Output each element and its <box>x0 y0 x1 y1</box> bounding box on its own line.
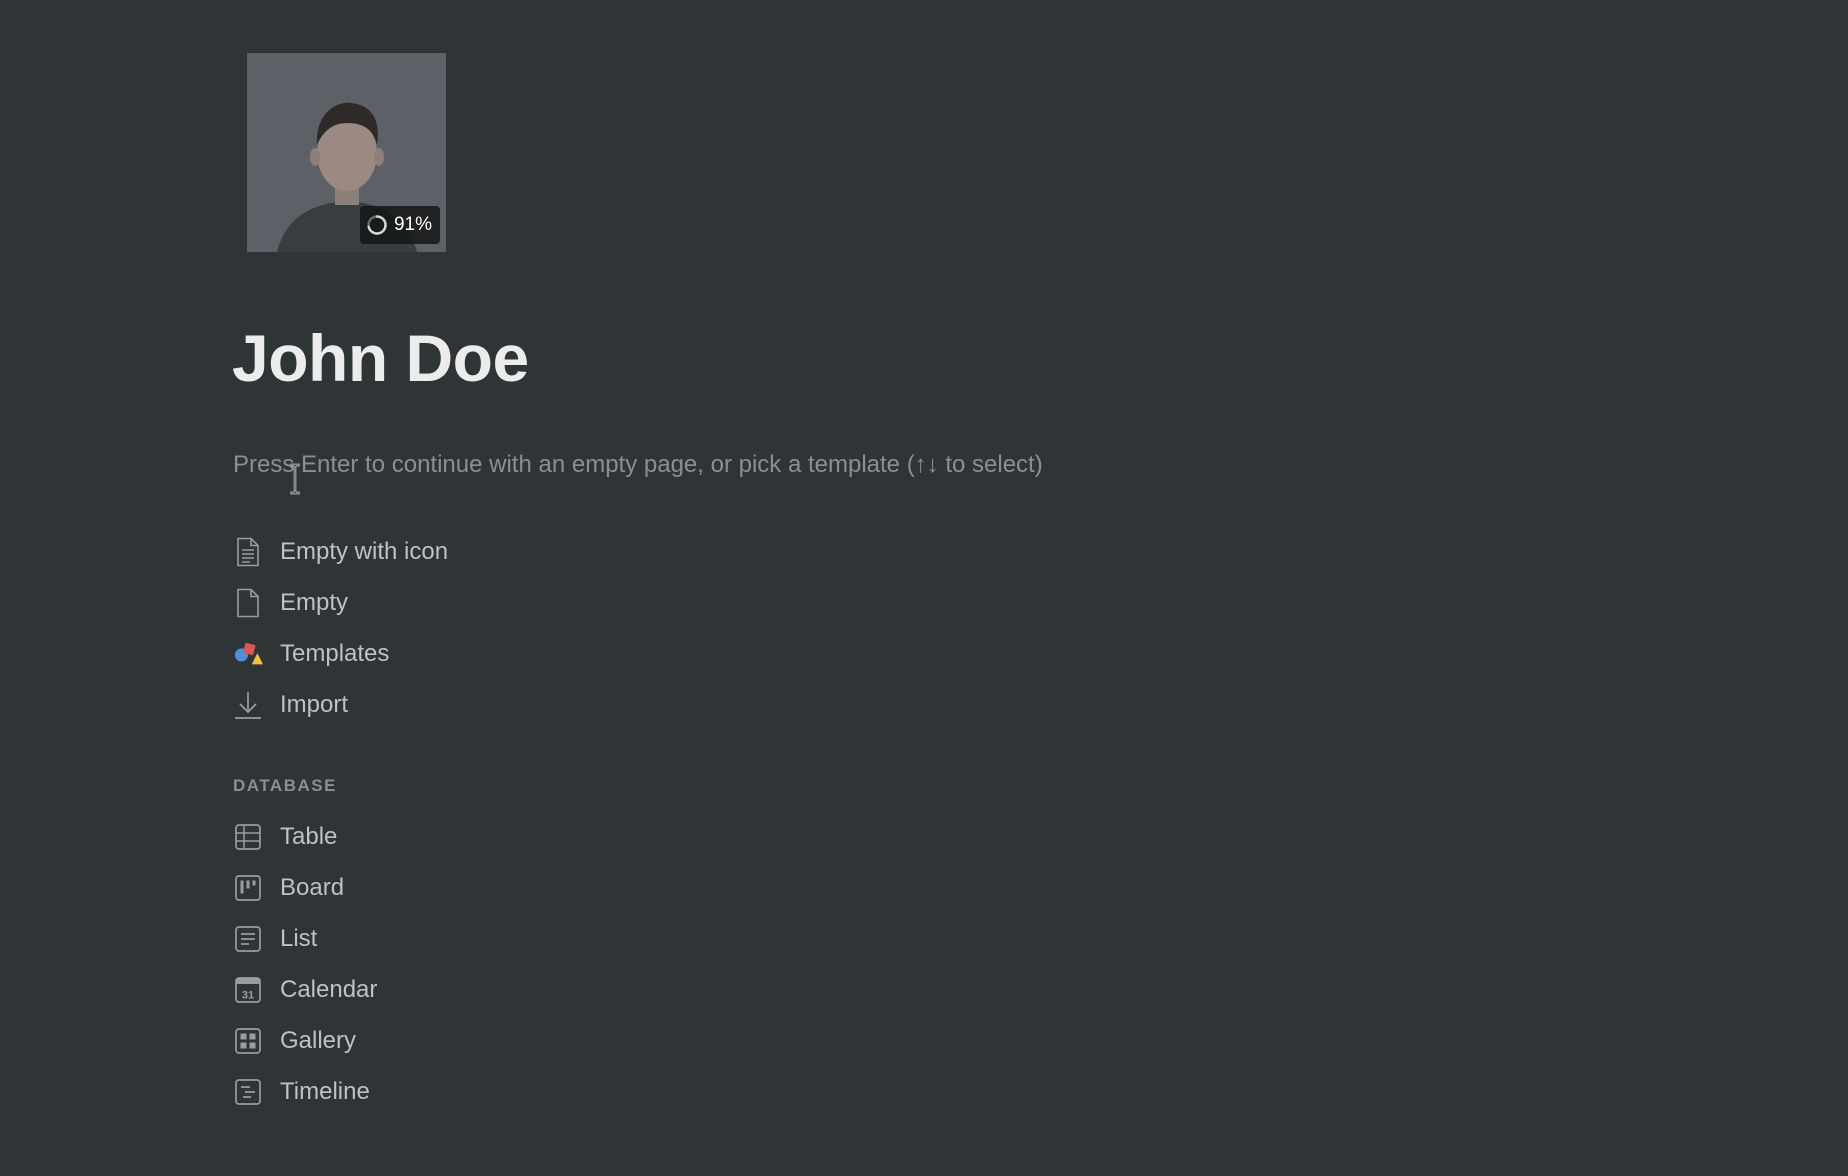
option-empty[interactable]: Empty <box>233 577 753 628</box>
timeline-icon <box>233 1077 263 1107</box>
option-table[interactable]: Table <box>233 811 753 862</box>
document-lines-icon <box>233 537 263 567</box>
option-board[interactable]: Board <box>233 862 753 913</box>
database-section-label: DATABASE <box>233 776 337 795</box>
upload-progress-badge: 91% <box>359 206 440 244</box>
page-icon-image[interactable]: 91% <box>247 53 446 252</box>
list-icon <box>233 924 263 954</box>
page-title[interactable]: John Doe <box>232 320 529 396</box>
board-icon <box>233 873 263 903</box>
option-gallery[interactable]: Gallery <box>233 1015 753 1066</box>
option-label: Timeline <box>280 1077 370 1105</box>
option-templates[interactable]: Templates <box>233 628 753 679</box>
download-icon <box>233 690 263 720</box>
option-timeline[interactable]: Timeline <box>233 1066 753 1117</box>
option-label: Board <box>280 873 345 901</box>
calendar-icon-day: 31 <box>242 989 254 1001</box>
document-icon <box>233 588 263 618</box>
table-icon <box>233 822 263 852</box>
option-empty-with-icon[interactable]: Empty with icon <box>233 526 753 577</box>
option-label: Empty <box>280 588 349 616</box>
option-label: List <box>280 924 318 952</box>
option-import[interactable]: Import <box>233 679 753 730</box>
option-label: Gallery <box>280 1026 357 1054</box>
page: 91% John Doe Press Enter to continue wit… <box>0 0 1848 1176</box>
calendar-icon: 31 <box>233 975 263 1005</box>
option-calendar[interactable]: 31 Calendar <box>233 964 753 1015</box>
option-label: Empty with icon <box>280 537 449 565</box>
templates-shapes-icon <box>233 639 263 669</box>
option-label: Templates <box>280 639 390 667</box>
option-label: Import <box>280 690 349 718</box>
new-page-options: Empty with icon Empty Templates Import <box>233 526 753 730</box>
empty-page-hint: Press Enter to continue with an empty pa… <box>233 451 1043 478</box>
option-label: Calendar <box>280 975 378 1003</box>
option-label: Table <box>280 822 338 850</box>
option-list[interactable]: List <box>233 913 753 964</box>
database-options: Table Board List 31 Calendar Gallery Tim… <box>233 811 753 1117</box>
gallery-icon <box>233 1026 263 1056</box>
text-cursor-icon <box>290 463 300 495</box>
spinner-icon <box>367 215 387 235</box>
upload-progress-text: 91% <box>393 214 432 235</box>
